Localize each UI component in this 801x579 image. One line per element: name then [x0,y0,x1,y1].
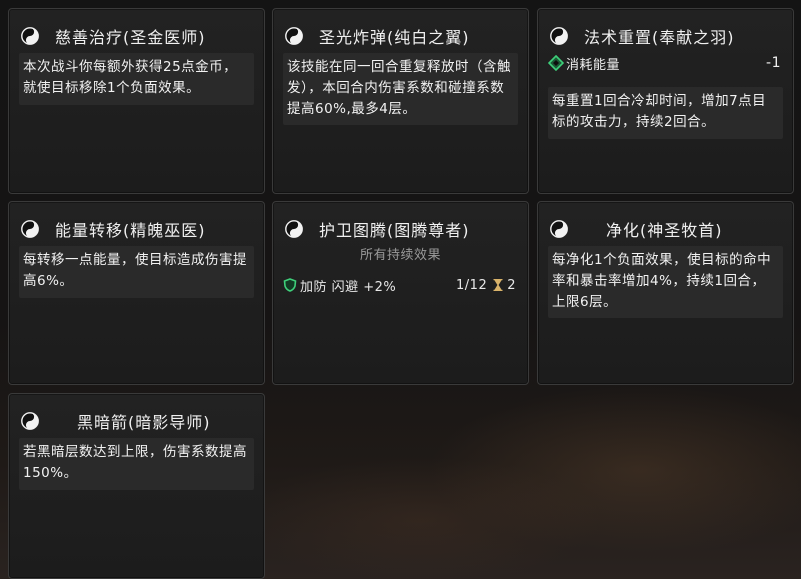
card-title-text: 净化(神圣牧首) [606,221,723,240]
card-description: 本次战斗你每额外获得25点金币，就使目标移除1个负面效果。 [19,53,254,105]
yin-yang-icon [21,412,39,430]
card-title: 能量转移(精魄巫医) [21,214,206,244]
card-title: 护卫图腾(图腾尊者) [285,214,470,244]
card-title: 净化(神圣牧首) [550,214,723,244]
yin-yang-icon [550,27,568,45]
skill-card-purify[interactable]: 净化(神圣牧首) 每净化1个负面效果，使目标的命中率和暴击率增加4%，持续1回合… [537,201,794,385]
yin-yang-icon [21,27,39,45]
skill-card-energy-transfer[interactable]: 能量转移(精魄巫医) 每转移一点能量，使目标造成伤害提高6%。 [8,201,265,385]
energy-cost-value: -1 [766,55,781,71]
card-description: 每重置1回合冷却时间，增加7点目标的攻击力，持续2回合。 [548,87,783,139]
skill-card-charity-heal[interactable]: 慈善治疗(圣金医师) 本次战斗你每额外获得25点金币，就使目标移除1个负面效果。 [8,8,265,194]
yin-yang-icon [21,220,39,238]
skill-card-guardian-totem[interactable]: 护卫图腾(图腾尊者) 所有持续效果 加防 闪避 +2% 1/12 2 [272,201,529,385]
effect-stack-count: 1/12 [456,277,488,293]
card-description: 每净化1个负面效果，使目标的命中率和暴击率增加4%，持续1回合，上限6层。 [548,246,783,318]
skill-card-dark-arrow[interactable]: 黑暗箭(暗影导师) 若黑暗层数达到上限，伤害系数提高150%。 [8,393,265,579]
effect-row: 加防 闪避 +2% 1/12 2 [283,274,518,296]
card-title-text: 黑暗箭(暗影导师) [77,413,211,432]
effect-name: 加防 闪避 +2% [300,279,397,295]
card-description: 每转移一点能量，使目标造成伤害提高6%。 [19,246,254,298]
card-title: 圣光炸弹(纯白之翼) [285,21,470,51]
skill-card-holy-bomb[interactable]: 圣光炸弹(纯白之翼) 该技能在同一回合重复释放时（含触发），本回合内伤害系数和碰… [272,8,529,194]
card-description: 该技能在同一回合重复释放时（含触发），本回合内伤害系数和碰撞系数提高60%,最多… [283,53,518,125]
card-title: 法术重置(奉献之羽) [550,21,735,51]
yin-yang-icon [285,27,303,45]
effect-turns: 2 [507,277,516,293]
card-description: 若黑暗层数达到上限，伤害系数提高150%。 [19,438,254,490]
card-title-text: 护卫图腾(图腾尊者) [319,221,470,240]
card-title-text: 慈善治疗(圣金医师) [55,28,206,47]
hourglass-icon [493,279,503,291]
card-title-text: 法术重置(奉献之羽) [584,28,735,47]
green-shield-icon [283,278,297,292]
energy-cost-label: 消耗能量 [566,57,621,73]
energy-cost-row: 消耗能量 -1 [548,51,783,75]
yin-yang-icon [550,220,568,238]
skill-card-spell-reset[interactable]: 法术重置(奉献之羽) 消耗能量 -1 每重置1回合冷却时间，增加7点目标的攻击力… [537,8,794,194]
card-title: 慈善治疗(圣金医师) [21,21,206,51]
yin-yang-icon [285,220,303,238]
green-diamond-icon [548,55,564,71]
effects-header: 所有持续效果 [359,248,441,263]
card-title-text: 能量转移(精魄巫医) [55,221,206,240]
card-title-text: 圣光炸弹(纯白之翼) [319,28,470,47]
card-title: 黑暗箭(暗影导师) [21,406,211,436]
